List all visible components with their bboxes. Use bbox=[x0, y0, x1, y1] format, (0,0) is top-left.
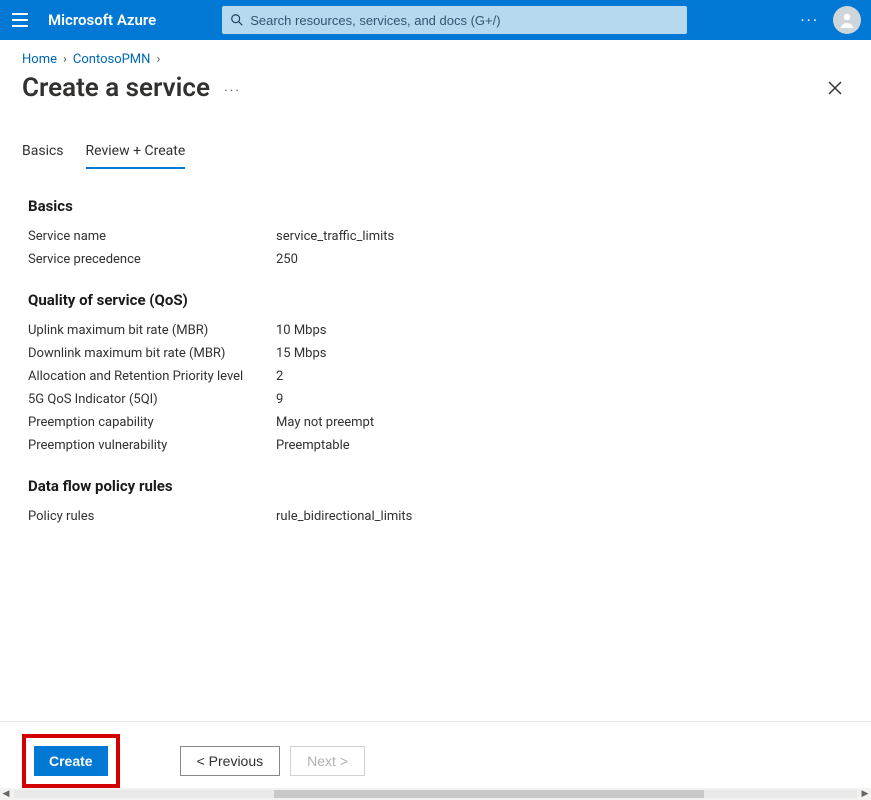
kv-label: Allocation and Retention Priority level bbox=[28, 369, 276, 384]
section-heading-dfp: Data flow policy rules bbox=[28, 477, 843, 495]
kv-row: Allocation and Retention Priority level … bbox=[28, 369, 843, 384]
kv-label: Service precedence bbox=[28, 252, 276, 267]
kv-label: Preemption capability bbox=[28, 415, 276, 430]
kv-row: Service precedence 250 bbox=[28, 252, 843, 267]
search-icon bbox=[230, 13, 244, 27]
section-heading-basics: Basics bbox=[28, 197, 843, 215]
scroll-left-icon[interactable]: ◀ bbox=[0, 789, 12, 799]
chevron-right-icon: › bbox=[156, 52, 160, 67]
avatar[interactable] bbox=[833, 6, 861, 34]
kv-row: 5G QoS Indicator (5QI) 9 bbox=[28, 392, 843, 407]
section-heading-qos: Quality of service (QoS) bbox=[28, 291, 843, 309]
search-input[interactable] bbox=[250, 13, 679, 28]
chevron-right-icon: › bbox=[63, 52, 67, 67]
kv-label: Uplink maximum bit rate (MBR) bbox=[28, 323, 276, 338]
person-icon bbox=[837, 10, 857, 30]
previous-button[interactable]: < Previous bbox=[180, 746, 281, 776]
kv-row: Downlink maximum bit rate (MBR) 15 Mbps bbox=[28, 346, 843, 361]
nav-button-group: < Previous Next > bbox=[180, 746, 365, 776]
footer-divider bbox=[0, 721, 871, 722]
horizontal-scrollbar[interactable]: ◀ ▶ bbox=[0, 788, 871, 800]
close-button[interactable] bbox=[821, 74, 849, 102]
more-icon[interactable]: ··· bbox=[800, 11, 819, 30]
kv-label: Downlink maximum bit rate (MBR) bbox=[28, 346, 276, 361]
tab-basics[interactable]: Basics bbox=[22, 137, 64, 169]
scroll-track[interactable] bbox=[14, 790, 857, 798]
search-wrap bbox=[222, 6, 687, 34]
kv-value: service_traffic_limits bbox=[276, 229, 394, 244]
page-header: Create a service ··· bbox=[0, 69, 871, 119]
kv-value: Preemptable bbox=[276, 438, 350, 453]
kv-row: Preemption capability May not preempt bbox=[28, 415, 843, 430]
kv-label: Preemption vulnerability bbox=[28, 438, 276, 453]
create-button[interactable]: Create bbox=[34, 746, 108, 776]
kv-value: 9 bbox=[276, 392, 283, 407]
breadcrumb-resource[interactable]: ContosoPMN bbox=[73, 52, 151, 67]
kv-value: 250 bbox=[276, 252, 298, 267]
kv-label: Service name bbox=[28, 229, 276, 244]
next-button: Next > bbox=[290, 746, 365, 776]
top-bar: Microsoft Azure ··· bbox=[0, 0, 871, 40]
kv-row: Preemption vulnerability Preemptable bbox=[28, 438, 843, 453]
kv-value: May not preempt bbox=[276, 415, 374, 430]
kv-row: Uplink maximum bit rate (MBR) 10 Mbps bbox=[28, 323, 843, 338]
footer-bar: Create < Previous Next > bbox=[0, 734, 387, 788]
kv-label: 5G QoS Indicator (5QI) bbox=[28, 392, 276, 407]
title-more-icon[interactable]: ··· bbox=[224, 83, 241, 99]
breadcrumb-home[interactable]: Home bbox=[22, 52, 57, 67]
kv-row: Service name service_traffic_limits bbox=[28, 229, 843, 244]
hamburger-icon[interactable] bbox=[10, 10, 30, 30]
breadcrumb: Home › ContosoPMN › bbox=[0, 40, 871, 69]
kv-row: Policy rules rule_bidirectional_limits bbox=[28, 509, 843, 524]
highlight-box: Create bbox=[22, 734, 120, 788]
review-content: Basics Service name service_traffic_limi… bbox=[0, 169, 871, 542]
kv-label: Policy rules bbox=[28, 509, 276, 524]
kv-value: rule_bidirectional_limits bbox=[276, 509, 412, 524]
tab-review-create[interactable]: Review + Create bbox=[86, 137, 186, 169]
kv-value: 15 Mbps bbox=[276, 346, 327, 361]
brand-label[interactable]: Microsoft Azure bbox=[48, 11, 156, 29]
scroll-right-icon[interactable]: ▶ bbox=[859, 789, 871, 799]
top-right: ··· bbox=[800, 6, 861, 34]
page-title: Create a service bbox=[22, 73, 210, 103]
kv-value: 2 bbox=[276, 369, 283, 384]
global-search[interactable] bbox=[222, 6, 687, 34]
tab-bar: Basics Review + Create bbox=[0, 119, 871, 169]
kv-value: 10 Mbps bbox=[276, 323, 327, 338]
scroll-thumb[interactable] bbox=[274, 790, 704, 798]
close-icon bbox=[827, 80, 843, 96]
